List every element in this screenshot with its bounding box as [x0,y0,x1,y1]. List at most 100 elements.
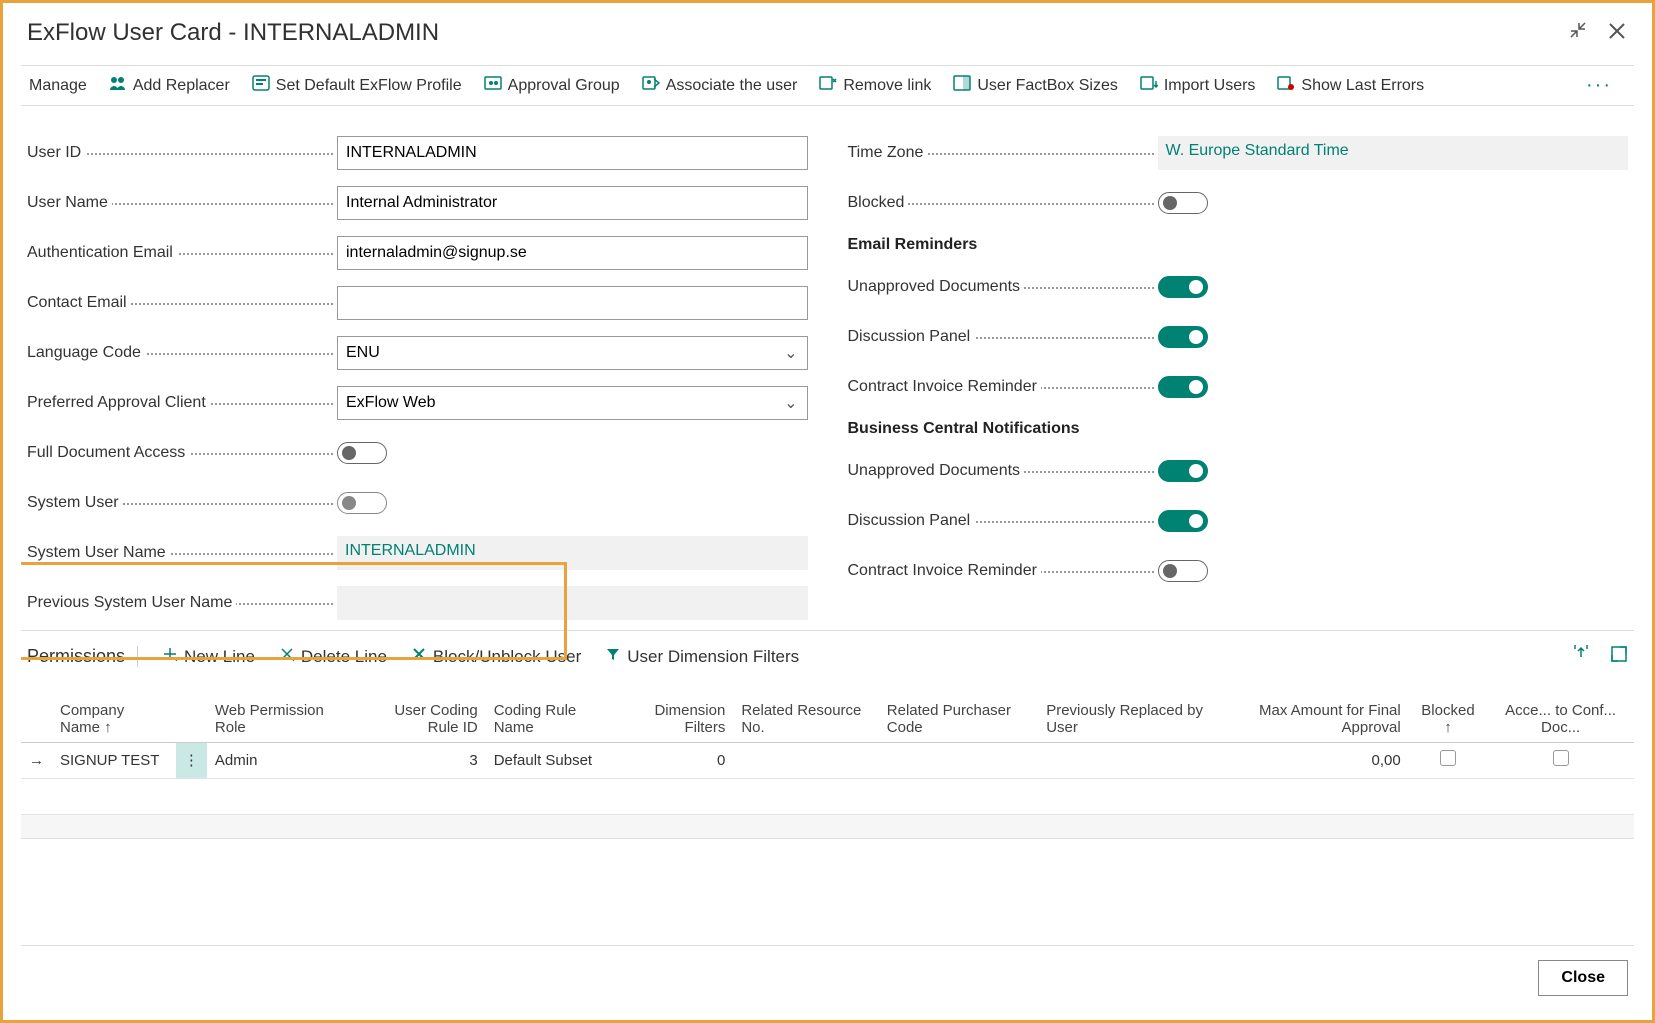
profile-icon [252,75,270,96]
row-selector-icon[interactable]: → [21,742,52,778]
language-code-select[interactable] [337,336,808,370]
cell-coding-rule[interactable]: Default Subset [486,742,612,778]
group-icon [484,75,502,96]
er-contract-toggle[interactable] [1158,376,1208,398]
user-id-input[interactable] [337,136,808,170]
page-title: ExFlow User Card - INTERNALADMIN [27,19,1568,47]
delete-line-button[interactable]: Delete Line [279,646,387,667]
user-name-label: User Name [27,194,337,212]
permissions-heading: Permissions [27,646,138,667]
cell-user-coding[interactable]: 3 [352,742,486,778]
contact-email-label: Contact Email [27,294,337,312]
col-max-amt[interactable]: Max Amount for Final Approval [1220,678,1409,742]
col-access[interactable]: Acce... to Conf... Doc... [1487,678,1634,742]
user-id-label: User ID [27,144,337,162]
permissions-toolbar: Permissions New Line Delete Line Block/U… [21,630,1634,678]
manage-menu[interactable]: Manage [29,77,87,95]
error-icon [1277,75,1295,96]
cell-blocked[interactable] [1409,742,1488,778]
col-company[interactable]: Company Name ↑ [52,678,176,742]
bc-notifications-heading: Business Central Notifications [848,420,1629,438]
set-default-profile-button[interactable]: Set Default ExFlow Profile [252,75,462,96]
pref-client-label: Preferred Approval Client [27,394,337,412]
timezone-value[interactable]: W. Europe Standard Time [1158,136,1629,170]
col-dim-filters[interactable]: Dimension Filters [611,678,733,742]
col-web-perm[interactable]: Web Permission Role [207,678,352,742]
system-user-name-value[interactable]: INTERNALADMIN [337,536,808,570]
new-line-icon [162,646,178,667]
er-discussion-label: Discussion Panel [848,328,1158,346]
more-actions-icon[interactable]: ··· [1586,74,1626,97]
form-left-column: User ID User Name Authentication Email C… [27,136,808,620]
approval-group-button[interactable]: Approval Group [484,75,620,96]
close-button[interactable]: Close [1538,960,1628,996]
users-icon [109,75,127,96]
filter-icon [605,646,621,667]
user-dim-filters-button[interactable]: User Dimension Filters [605,646,799,667]
table-row[interactable]: → SIGNUP TEST ⋮ Admin 3 Default Subset 0… [21,742,1634,778]
prev-system-user-name-value[interactable] [337,586,808,620]
user-name-input[interactable] [337,186,808,220]
er-unapproved-label: Unapproved Documents [848,278,1158,296]
col-prev-replaced[interactable]: Previously Replaced by User [1038,678,1220,742]
blocked-toggle[interactable] [1158,192,1208,214]
add-replacer-button[interactable]: Add Replacer [109,75,230,96]
full-doc-access-label: Full Document Access [27,444,337,462]
remove-link-button[interactable]: Remove link [819,75,931,96]
bc-unapproved-toggle[interactable] [1158,460,1208,482]
pref-client-select[interactable] [337,386,808,420]
col-related-purch[interactable]: Related Purchaser Code [879,678,1038,742]
form-right-column: Time Zone W. Europe Standard Time Blocke… [848,136,1629,620]
system-user-label: System User [27,494,337,512]
cell-prev-replaced[interactable] [1038,742,1220,778]
bc-discussion-label: Discussion Panel [848,512,1158,530]
expand-icon[interactable] [1610,645,1628,668]
associate-user-button[interactable]: Associate the user [642,75,798,96]
cell-web-perm[interactable]: Admin [207,742,352,778]
contact-email-input[interactable] [337,286,808,320]
block-icon [411,646,427,667]
col-coding-rule[interactable]: Coding Rule Name [486,678,612,742]
block-unblock-button[interactable]: Block/Unblock User [411,646,581,667]
er-contract-label: Contract Invoice Reminder [848,378,1158,396]
row-menu-icon[interactable]: ⋮ [176,742,207,778]
permissions-table: Company Name ↑ Web Permission Role User … [21,678,1634,815]
close-icon[interactable] [1606,20,1628,47]
table-row[interactable] [21,778,1634,814]
system-user-name-label: System User Name [27,544,337,562]
cell-company[interactable]: SIGNUP TEST [52,742,176,778]
prev-system-user-name-label: Previous System User Name [27,594,337,612]
blocked-label: Blocked [848,194,1158,212]
minimize-icon[interactable] [1568,20,1588,47]
cell-related-purch[interactable] [879,742,1038,778]
auth-email-label: Authentication Email [27,244,337,262]
er-unapproved-toggle[interactable] [1158,276,1208,298]
col-related-res[interactable]: Related Resource No. [733,678,878,742]
bc-contract-toggle[interactable] [1158,560,1208,582]
delete-line-icon [279,646,295,667]
cell-access[interactable] [1487,742,1634,778]
bc-contract-label: Contract Invoice Reminder [848,562,1158,580]
system-user-toggle[interactable] [337,492,387,514]
import-icon [1140,75,1158,96]
cell-related-res[interactable] [733,742,878,778]
action-ribbon: Manage Add Replacer Set Default ExFlow P… [21,65,1634,106]
col-user-coding[interactable]: User Coding Rule ID [352,678,486,742]
new-line-button[interactable]: New Line [162,646,255,667]
language-code-label: Language Code [27,344,337,362]
link-user-icon [642,75,660,96]
factbox-sizes-button[interactable]: User FactBox Sizes [953,75,1117,96]
auth-email-input[interactable] [337,236,808,270]
er-discussion-toggle[interactable] [1158,326,1208,348]
bc-unapproved-label: Unapproved Documents [848,462,1158,480]
bc-discussion-toggle[interactable] [1158,510,1208,532]
col-blocked[interactable]: Blocked ↑ [1409,678,1488,742]
cell-max-amt[interactable]: 0,00 [1220,742,1409,778]
cell-dim-filters[interactable]: 0 [611,742,733,778]
share-icon[interactable] [1572,645,1590,668]
unlink-icon [819,75,837,96]
timezone-label: Time Zone [848,144,1158,162]
show-errors-button[interactable]: Show Last Errors [1277,75,1424,96]
import-users-button[interactable]: Import Users [1140,75,1256,96]
full-doc-access-toggle[interactable] [337,442,387,464]
